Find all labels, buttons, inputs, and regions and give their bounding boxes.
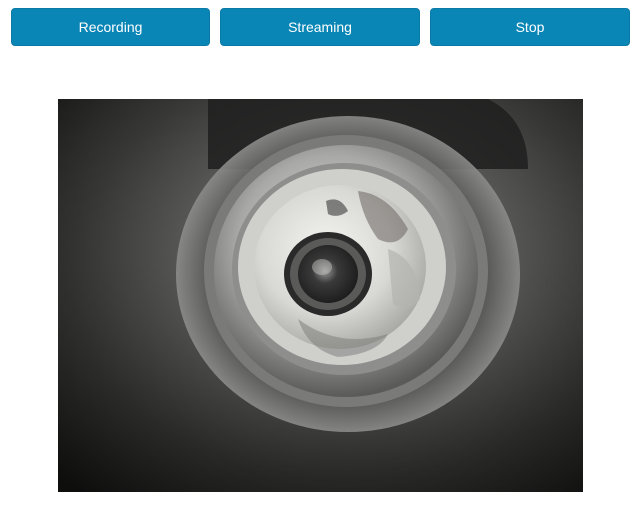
camera-feed [58, 99, 583, 492]
control-toolbar: Recording Streaming Stop [0, 0, 640, 60]
streaming-button[interactable]: Streaming [220, 8, 420, 46]
recording-button[interactable]: Recording [11, 8, 210, 46]
camera-feed-image [58, 99, 583, 492]
stop-button[interactable]: Stop [430, 8, 630, 46]
